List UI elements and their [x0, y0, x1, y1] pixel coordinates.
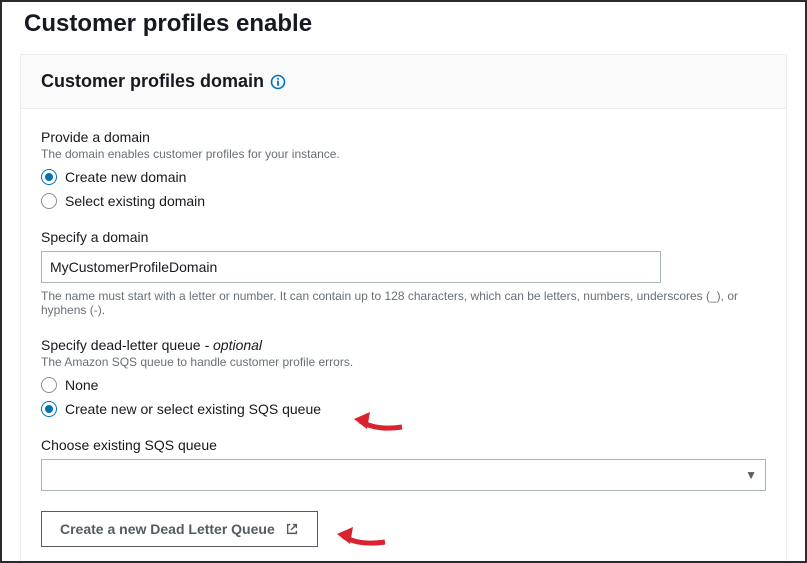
radio-indicator: [41, 193, 57, 209]
dlq-label-suffix: - optional: [201, 337, 262, 353]
page-title: Customer profiles enable: [20, 10, 787, 38]
radio-label: Select existing domain: [65, 193, 205, 209]
radio-create-new-domain[interactable]: Create new domain: [41, 169, 766, 185]
dlq-section: Specify dead-letter queue - optional The…: [41, 337, 766, 417]
specify-domain-section: Specify a domain The name must start wit…: [41, 229, 766, 317]
button-label: Create a new Dead Letter Queue: [60, 521, 275, 537]
choose-queue-section: Choose existing SQS queue ▼: [41, 437, 766, 491]
radio-select-existing-domain[interactable]: Select existing domain: [41, 193, 766, 209]
radio-indicator: [41, 377, 57, 393]
annotation-arrow: [337, 526, 387, 550]
provide-domain-label: Provide a domain: [41, 129, 766, 145]
radio-indicator: [41, 401, 57, 417]
external-link-icon: [285, 522, 299, 536]
customer-profiles-domain-panel: Customer profiles domain Provide a domai…: [20, 54, 787, 563]
domain-name-input[interactable]: [41, 251, 661, 283]
choose-queue-label: Choose existing SQS queue: [41, 437, 766, 453]
dlq-helper: The Amazon SQS queue to handle customer …: [41, 355, 766, 369]
annotation-arrow: [354, 411, 404, 435]
panel-title: Customer profiles domain: [41, 71, 264, 92]
radio-indicator: [41, 169, 57, 185]
sqs-queue-select[interactable]: ▼: [41, 459, 766, 491]
panel-header: Customer profiles domain: [21, 55, 786, 109]
radio-dlq-none[interactable]: None: [41, 377, 766, 393]
specify-domain-note: The name must start with a letter or num…: [41, 289, 766, 317]
radio-label: Create new or select existing SQS queue: [65, 401, 321, 417]
radio-label: Create new domain: [65, 169, 186, 185]
dlq-label-main: Specify dead-letter queue: [41, 337, 201, 353]
provide-domain-helper: The domain enables customer profiles for…: [41, 147, 766, 161]
create-dlq-row: Create a new Dead Letter Queue: [41, 511, 766, 547]
specify-domain-label: Specify a domain: [41, 229, 766, 245]
provide-domain-section: Provide a domain The domain enables cust…: [41, 129, 766, 209]
chevron-down-icon: ▼: [745, 468, 757, 482]
info-icon[interactable]: [270, 74, 286, 90]
radio-label: None: [65, 377, 98, 393]
dlq-label: Specify dead-letter queue - optional: [41, 337, 766, 353]
create-dlq-button[interactable]: Create a new Dead Letter Queue: [41, 511, 318, 547]
